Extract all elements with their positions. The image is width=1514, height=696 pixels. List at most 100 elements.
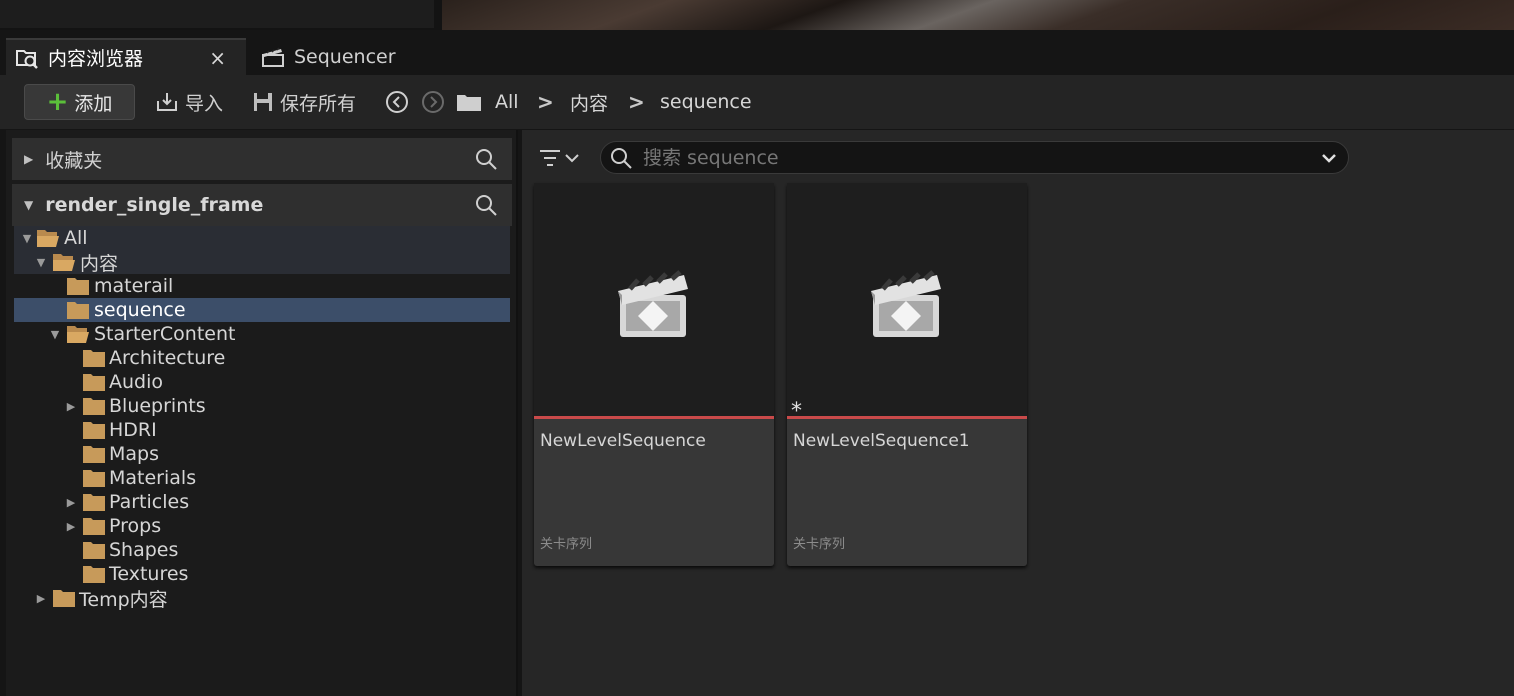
tree-item-label: materail [94, 275, 174, 297]
tree-item-shapes[interactable]: Shapes [14, 538, 510, 562]
close-icon[interactable]: × [209, 46, 226, 70]
tree-item-label: Shapes [109, 539, 179, 561]
tree-item-textures[interactable]: Textures [14, 562, 510, 586]
import-icon [157, 93, 177, 111]
breadcrumb-item-sequence[interactable]: sequence [660, 84, 752, 120]
asset-tile[interactable]: * NewLevelSequence1 关卡序列 [787, 183, 1027, 566]
tree-item-label: sequence [94, 299, 186, 321]
asset-type: 关卡序列 [793, 537, 846, 552]
level-sequence-icon [871, 270, 941, 337]
unsaved-asterisk-icon: * [791, 399, 802, 424]
save-all-button[interactable]: 保存所有 [252, 84, 356, 120]
tree-item-label: Temp内容 [79, 588, 168, 611]
search-bar[interactable] [600, 141, 1349, 174]
tree-item-label: HDRI [109, 419, 157, 441]
filter-button[interactable] [538, 148, 580, 168]
tree-item-label: Blueprints [109, 395, 206, 417]
level-sequence-icon [618, 270, 688, 337]
tree-item-label: Maps [109, 443, 159, 465]
add-button[interactable]: + 添加 [24, 84, 135, 120]
tree-item-materail[interactable]: materail [14, 274, 510, 298]
asset-name: NewLevelSequence [540, 431, 706, 451]
asset-name: NewLevelSequence1 [793, 431, 970, 451]
content-browser-icon [14, 47, 40, 69]
folder-icon [83, 398, 105, 415]
folder-icon [83, 446, 105, 463]
tree-item-architecture[interactable]: Architecture [14, 346, 510, 370]
expand-down-icon[interactable]: ▼ [34, 255, 48, 269]
tree-item-label: StarterContent [94, 323, 236, 345]
caret-down-icon[interactable]: ▼ [24, 198, 33, 212]
folder-icon [83, 470, 105, 487]
tree-item-label: Particles [109, 491, 190, 513]
import-button[interactable]: 导入 [155, 84, 223, 120]
tree-item-label: Materials [109, 467, 197, 489]
tree-item-content[interactable]: ▼ 内容 [14, 250, 510, 275]
folder-open-icon [53, 254, 75, 271]
folder-icon [83, 350, 105, 367]
tree-item-label: Audio [109, 371, 164, 393]
tree-item-blueprints[interactable]: ▶ Blueprints [14, 394, 510, 418]
tab-sequencer[interactable]: Sequencer [252, 38, 452, 75]
folder-icon [53, 590, 75, 607]
tree-item-maps[interactable]: Maps [14, 442, 510, 466]
folder-open-icon [37, 230, 59, 247]
viewport-strip [0, 0, 1514, 30]
expand-down-icon[interactable]: ▼ [48, 327, 62, 341]
folder-open-icon [67, 326, 89, 343]
back-button[interactable] [385, 84, 415, 120]
tab-content-browser[interactable]: 内容浏览器 × [6, 38, 246, 75]
tree-item-sequence[interactable]: sequence [14, 298, 510, 322]
tree-item-temp[interactable]: ▶ Temp内容 [14, 586, 510, 611]
breadcrumb-item-content[interactable]: 内容 [570, 84, 608, 120]
tree-item-label: Textures [109, 563, 189, 585]
folder-icon [83, 374, 105, 391]
favorites-header[interactable]: ▶ 收藏夹 [12, 138, 512, 180]
tree-item-props[interactable]: ▶ Props [14, 514, 510, 538]
tree-item-all[interactable]: ▼ All [14, 226, 510, 250]
chevron-down-icon [565, 154, 579, 163]
breadcrumb-separator[interactable]: > [628, 84, 645, 120]
tab-label: Sequencer [294, 45, 396, 68]
tree-item-startercontent[interactable]: ▼ StarterContent [14, 322, 510, 346]
tab-bar: 内容浏览器 × Sequencer [0, 35, 1514, 75]
breadcrumb-separator[interactable]: > [537, 84, 554, 120]
asset-view: NewLevelSequence 关卡序列 * NewLevelSequence… [522, 130, 1514, 696]
tree-item-audio[interactable]: Audio [14, 370, 510, 394]
folder-icon [83, 422, 105, 439]
folder-icon[interactable] [456, 84, 488, 120]
asset-thumbnail [534, 183, 774, 419]
search-icon [611, 147, 632, 169]
expand-right-icon[interactable]: ▶ [64, 399, 78, 413]
expand-right-icon[interactable]: ▶ [64, 519, 78, 533]
filter-icon [540, 150, 560, 166]
folder-icon [83, 566, 105, 583]
project-header[interactable]: ▼ render_single_frame [12, 184, 512, 226]
tree-item-hdri[interactable]: HDRI [14, 418, 510, 442]
search-icon[interactable] [474, 147, 498, 176]
asset-type: 关卡序列 [540, 537, 593, 552]
sources-panel: ▶ 收藏夹 ▼ render_single_frame ▼ All ▼ 内容 m… [6, 130, 518, 696]
tree-item-label: All [64, 227, 88, 249]
asset-tile[interactable]: NewLevelSequence 关卡序列 [534, 183, 774, 566]
plus-icon: + [46, 87, 69, 117]
tab-label: 内容浏览器 [48, 48, 144, 70]
add-label: 添加 [74, 92, 113, 115]
forward-button[interactable] [421, 84, 451, 120]
search-input[interactable] [643, 146, 1283, 169]
chevron-down-icon[interactable] [1320, 149, 1338, 167]
folder-icon [83, 542, 105, 559]
expand-down-icon[interactable]: ▼ [20, 231, 34, 245]
search-icon[interactable] [474, 193, 498, 222]
project-label: render_single_frame [45, 194, 264, 216]
expand-right-icon[interactable]: ▶ [64, 495, 78, 509]
viewport-image[interactable] [442, 0, 1514, 30]
tree-item-particles[interactable]: ▶ Particles [14, 490, 510, 514]
expand-right-icon[interactable]: ▶ [34, 591, 48, 605]
caret-right-icon[interactable]: ▶ [24, 152, 33, 166]
breadcrumb-item-all[interactable]: All [495, 84, 519, 120]
tree-item-materials[interactable]: Materials [14, 466, 510, 490]
folder-icon [83, 518, 105, 535]
arrow-right-circle-icon [422, 91, 444, 113]
import-label: 导入 [185, 92, 224, 115]
